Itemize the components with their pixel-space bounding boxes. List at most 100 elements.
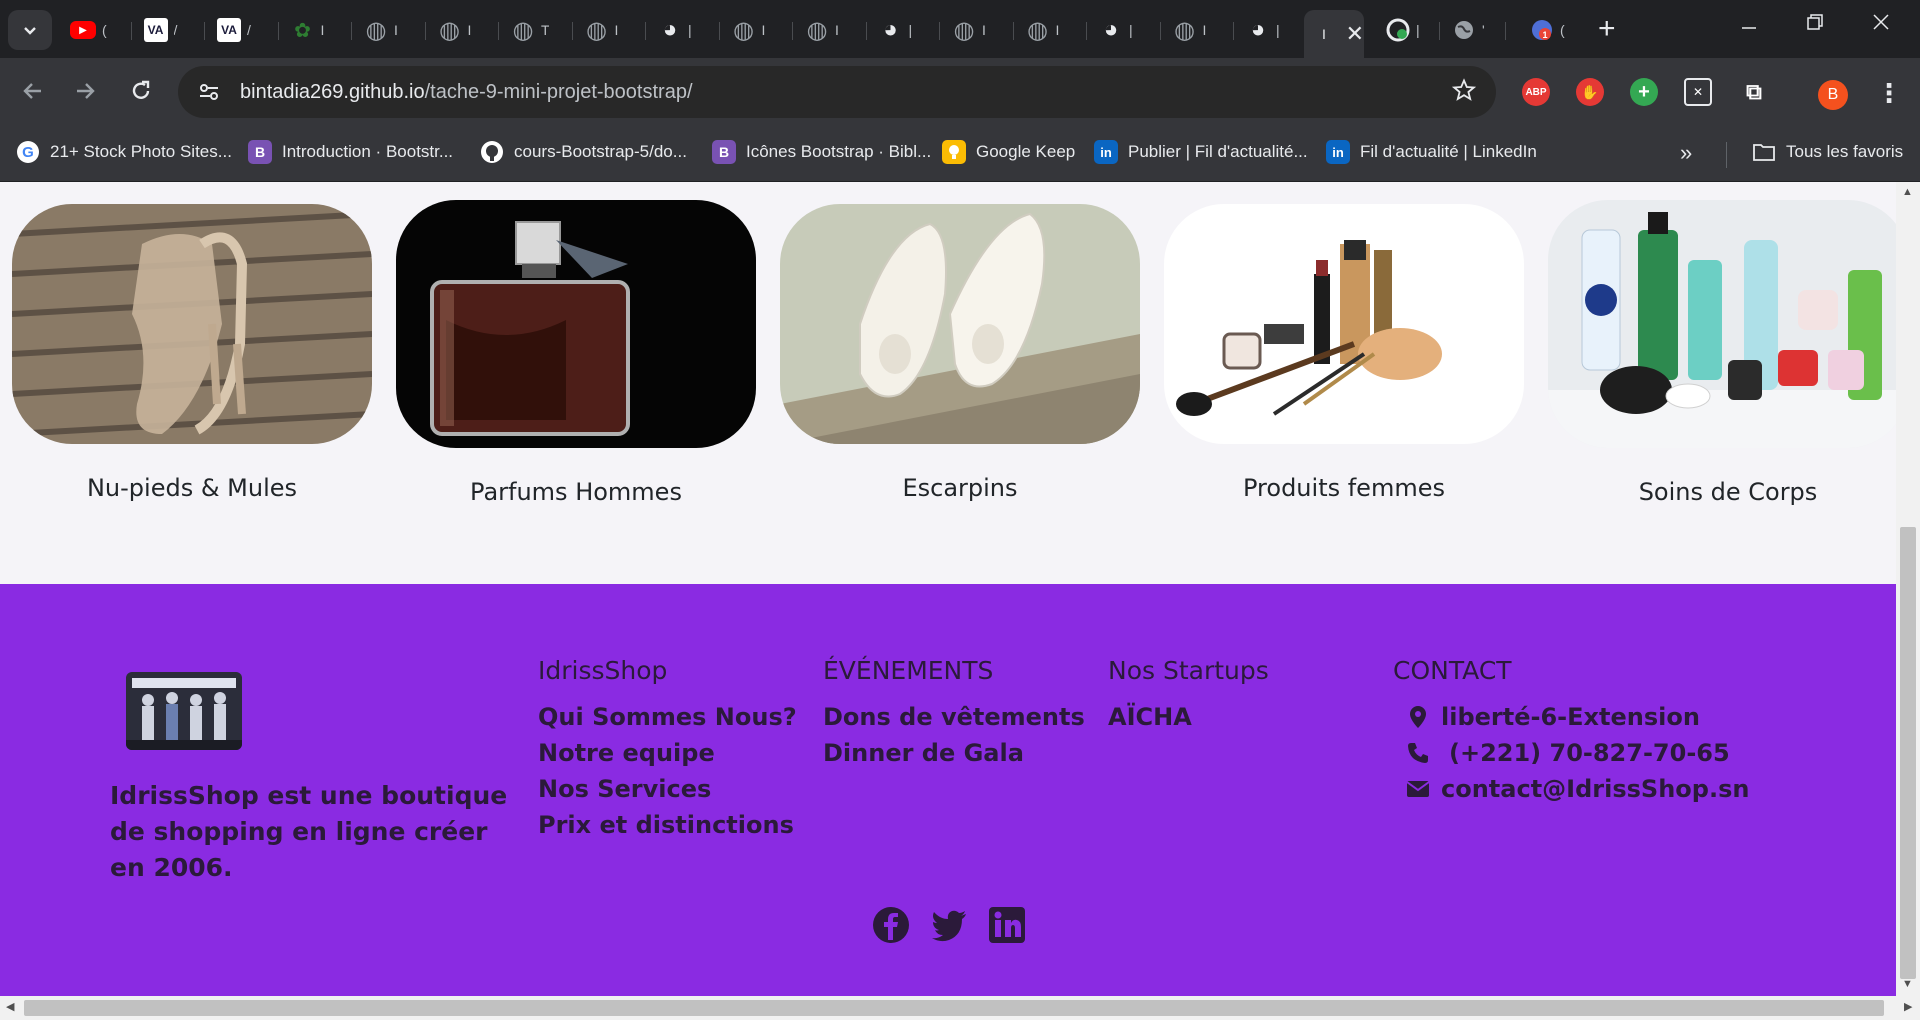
restore-button[interactable] (1806, 12, 1824, 38)
tab[interactable]: VA / (205, 10, 279, 50)
footer-link-gala-dinner[interactable]: Dinner de Gala (823, 735, 1085, 771)
tab[interactable]: ◍ I (720, 10, 793, 50)
tab[interactable]: ◍ T (499, 10, 573, 50)
bookmark-label: cours-Bootstrap-5/do... (514, 142, 687, 161)
tab[interactable]: ◍ I (426, 10, 499, 50)
scroll-right-icon[interactable]: ▶ (1904, 1000, 1912, 1013)
close-window-button[interactable] (1872, 12, 1890, 38)
reload-icon (132, 80, 150, 99)
horizontal-scroll-thumb[interactable] (24, 1000, 1884, 1016)
horizontal-scrollbar[interactable]: ◀ ▶ (0, 996, 1920, 1020)
envelope-icon (1405, 780, 1431, 798)
scroll-down-icon[interactable]: ▼ (1902, 978, 1913, 990)
globe-icon: ◍ (586, 16, 607, 44)
bookmark-item[interactable]: B Introduction · Bootstr... (248, 140, 453, 164)
back-arrow-icon (23, 83, 41, 99)
vertical-scroll-thumb[interactable] (1900, 527, 1916, 979)
reload-button[interactable] (128, 78, 154, 111)
minimize-button[interactable] (1740, 12, 1758, 38)
tab-search-button[interactable] (8, 10, 52, 50)
forward-button[interactable] (72, 78, 98, 111)
bookmark-label: Introduction · Bootstr... (282, 142, 454, 161)
bookmark-label: Publier | Fil d'actualité... (1128, 142, 1308, 161)
footer-link-clothing-donation[interactable]: Dons de vêtements (823, 699, 1085, 735)
github-check-icon: ◕ (883, 16, 898, 43)
contact-phone-text[interactable]: (+221) 70-827-70-65 (1449, 735, 1730, 771)
excel-extension-icon[interactable]: ✕ (1684, 78, 1712, 106)
footer-link-services[interactable]: Nos Services (538, 771, 797, 807)
all-bookmarks-button[interactable]: Tous les favoris (1752, 140, 1903, 164)
category-label[interactable]: Parfums Hommes (396, 478, 756, 506)
facebook-icon[interactable] (872, 906, 910, 944)
block-hand-icon[interactable]: ✋ (1576, 78, 1604, 106)
tab[interactable]: ◍ I (1161, 10, 1234, 50)
tab[interactable]: | (1374, 10, 1440, 50)
tab[interactable]: VA / (132, 10, 205, 50)
profile-avatar[interactable]: B (1818, 80, 1848, 110)
address-bar[interactable]: bintadia269.github.io/tache-9-mini-proje… (178, 66, 1496, 118)
tab-title: I (982, 22, 986, 38)
github-check-icon: ◕ (1250, 16, 1266, 43)
bookmark-item[interactable]: Google Keep (942, 140, 1075, 164)
contact-email-text[interactable]: contact@IdrissShop.sn (1441, 771, 1749, 807)
tab[interactable]: ' (1440, 10, 1506, 50)
tab[interactable]: ◕ | (1234, 10, 1308, 50)
bookmark-star-icon[interactable] (1451, 78, 1477, 109)
category-label[interactable]: Produits femmes (1164, 474, 1524, 502)
category-image-perfume[interactable] (396, 200, 756, 448)
bookmark-item[interactable]: cours-Bootstrap-5/do... (480, 140, 687, 164)
footer-link-awards[interactable]: Prix et distinctions (538, 807, 797, 843)
bookmark-item[interactable]: G 21+ Stock Photo Sites... (16, 140, 232, 164)
tab[interactable]: ◍ I (573, 10, 646, 50)
back-button[interactable] (20, 78, 46, 111)
category-card[interactable]: Soins de Corps (1548, 200, 1896, 506)
bookmark-item[interactable]: in Publier | Fil d'actualité... (1094, 140, 1308, 164)
footer-link-aicha[interactable]: AÏCHA (1108, 699, 1269, 735)
category-image-sandals[interactable] (12, 204, 372, 444)
category-label[interactable]: Nu-pieds & Mules (12, 474, 372, 502)
globe-icon: ◍ (1027, 16, 1048, 44)
tab[interactable]: ▶( (58, 10, 132, 50)
scroll-left-icon[interactable]: ◀ (6, 1000, 14, 1013)
footer-heading: CONTACT (1393, 656, 1512, 685)
tab[interactable]: ◕ | (867, 10, 940, 50)
footer-link-team[interactable]: Notre equipe (538, 735, 797, 771)
bookmark-item[interactable]: B Icônes Bootstrap · Bibl... (712, 140, 931, 164)
menu-kebab-icon[interactable]: ⋮ (1876, 78, 1902, 109)
vertical-scrollbar[interactable]: ▲ ▼ (1896, 182, 1920, 996)
category-image-body-care[interactable] (1548, 200, 1896, 448)
new-tab-button[interactable]: + (1598, 12, 1616, 46)
add-extension-icon[interactable]: + (1630, 78, 1658, 106)
category-label[interactable]: Soins de Corps (1548, 478, 1896, 506)
tab[interactable]: ◕ | (1087, 10, 1161, 50)
tab-title: / (173, 22, 178, 38)
tab[interactable]: 1 ( (1518, 10, 1584, 50)
tab[interactable]: ✿ I (279, 10, 352, 50)
category-card[interactable]: Escarpins (780, 204, 1140, 502)
tab-title: | (688, 22, 692, 38)
close-tab-icon[interactable]: ✕ (1346, 21, 1364, 47)
bookmark-item[interactable]: in Fil d'actualité | LinkedIn (1326, 140, 1537, 164)
category-card[interactable]: Nu-pieds & Mules (12, 204, 372, 502)
tab[interactable]: ◍ I (793, 10, 867, 50)
bootstrap-icon: B (712, 140, 736, 164)
tab[interactable]: ◍ I (1014, 10, 1087, 50)
tab[interactable]: ◍ I (940, 10, 1014, 50)
extensions-puzzle-icon[interactable]: ⧉ (1740, 78, 1768, 106)
category-card[interactable]: Produits femmes (1164, 204, 1524, 502)
twitter-icon[interactable] (930, 906, 968, 944)
tab-active[interactable]: I ✕ (1304, 10, 1364, 58)
tab[interactable]: ◕ | (646, 10, 720, 50)
footer-link-about[interactable]: Qui Sommes Nous? (538, 699, 797, 735)
category-image-pumps[interactable] (780, 204, 1140, 444)
scroll-up-icon[interactable]: ▲ (1902, 186, 1913, 198)
bookmark-label: Google Keep (976, 142, 1076, 161)
linkedin-icon[interactable] (988, 906, 1026, 944)
category-image-cosmetics[interactable] (1164, 204, 1524, 444)
adblock-icon[interactable]: ABP (1522, 78, 1550, 106)
tab[interactable]: ◍ I (352, 10, 426, 50)
site-info-icon[interactable] (192, 75, 226, 109)
category-card[interactable]: Parfums Hommes (396, 200, 756, 506)
category-label[interactable]: Escarpins (780, 474, 1140, 502)
bookmarks-overflow-button[interactable]: » (1680, 140, 1692, 166)
